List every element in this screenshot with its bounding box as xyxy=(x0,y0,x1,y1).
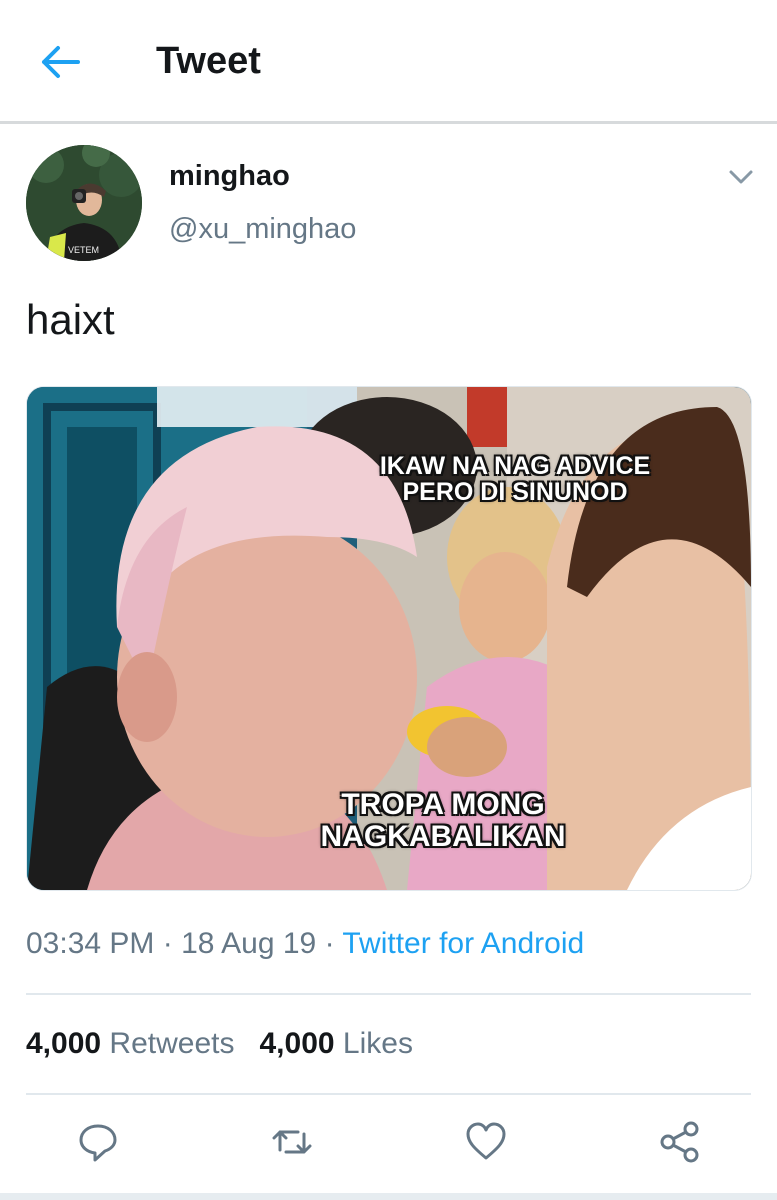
meme-caption-top-text: IKAW NA NAG ADVICE PERO DI SINUNOD xyxy=(379,452,651,507)
tweet-date: 18 Aug 19 xyxy=(181,927,317,960)
retweets-count: 4,000 xyxy=(26,1027,102,1060)
tweet-time: 03:34 PM xyxy=(26,927,155,960)
svg-text:VETEM: VETEM xyxy=(68,245,99,255)
tweet-stats: 4,000 Retweets 4,000 Likes xyxy=(26,1027,413,1061)
share-icon[interactable] xyxy=(658,1120,702,1164)
avatar[interactable]: VETEM xyxy=(26,145,142,261)
chevron-down-icon[interactable] xyxy=(726,166,756,188)
meme-caption-bottom: TROPA MONG NAGKABALIKAN xyxy=(313,789,573,852)
author-name[interactable]: minghao xyxy=(169,160,290,193)
retweets-stat[interactable]: 4,000 Retweets xyxy=(26,1027,243,1060)
like-icon[interactable] xyxy=(464,1120,508,1164)
tweet-metadata: 03:34 PM · 18 Aug 19 · Twitter for Andro… xyxy=(26,927,584,961)
back-arrow-icon[interactable] xyxy=(38,42,82,82)
meta-separator: · xyxy=(162,927,173,960)
tweet-image[interactable]: IKAW NA NAG ADVICE PERO DI SINUNOD TROPA… xyxy=(26,386,752,891)
likes-stat[interactable]: 4,000 Likes xyxy=(260,1027,413,1060)
tweet-text: haixt xyxy=(26,296,115,343)
likes-label: Likes xyxy=(342,1027,413,1060)
author-handle[interactable]: @xu_minghao xyxy=(169,213,356,246)
reply-icon[interactable] xyxy=(76,1120,120,1164)
page-title: Tweet xyxy=(156,40,261,82)
meme-caption-bottom-text: TROPA MONG NAGKABALIKAN xyxy=(320,788,566,853)
tweet-source-link[interactable]: Twitter for Android xyxy=(342,927,584,960)
divider xyxy=(26,1093,751,1095)
meme-caption-top: IKAW NA NAG ADVICE PERO DI SINUNOD xyxy=(365,453,665,506)
retweet-icon[interactable] xyxy=(270,1120,314,1164)
bottom-divider xyxy=(0,1193,777,1200)
retweets-label: Retweets xyxy=(109,1027,235,1060)
top-bar: Tweet xyxy=(0,0,777,124)
divider xyxy=(26,993,751,995)
likes-count: 4,000 xyxy=(259,1027,335,1060)
meta-separator: · xyxy=(324,927,335,960)
